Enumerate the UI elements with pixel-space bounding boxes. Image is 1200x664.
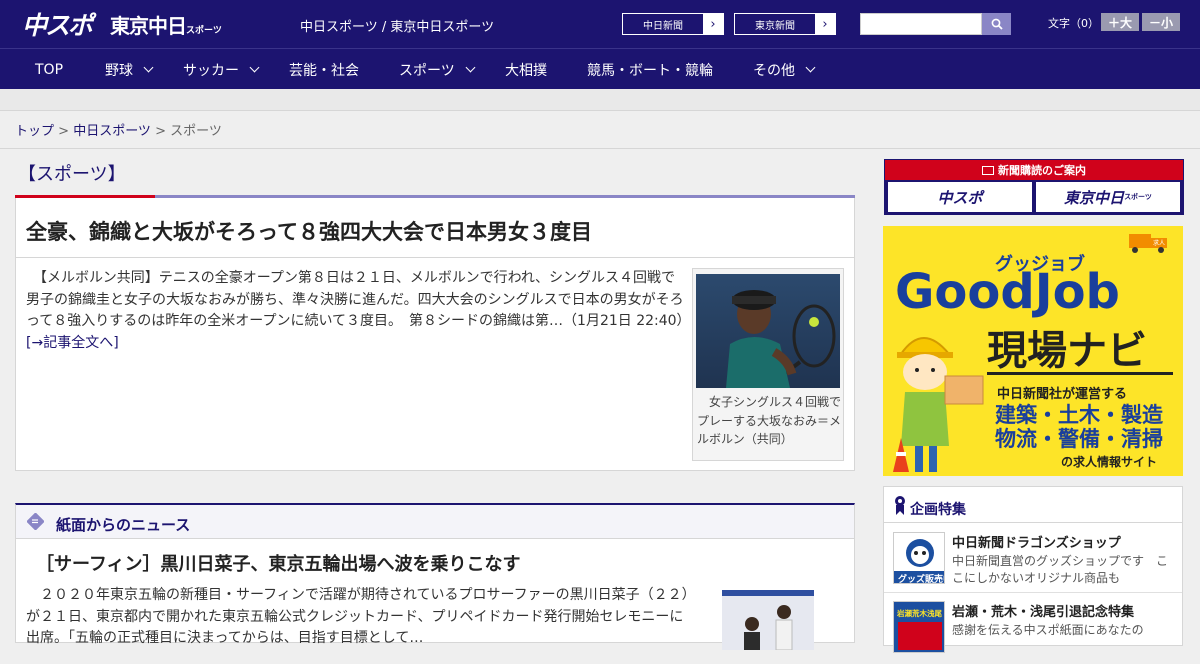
subscribe-tokyo-small: スポーツ	[1124, 193, 1152, 201]
special-item-title: 岩瀬・荒木・浅尾引退記念特集	[952, 605, 1135, 620]
surfer-photo	[722, 590, 814, 650]
nav-soccer[interactable]: サッカー	[183, 49, 260, 90]
print-news-box: 紙面からのニュース ［サーフィン］黒川日菜子、東京五輪出場へ波を乗りこなす ２０…	[15, 503, 855, 650]
special-item-retirement[interactable]: 岩瀬荒木浅尾 岩瀬・荒木・浅尾引退記念特集 感謝を伝える中スポ紙面にあなたの	[884, 592, 1182, 664]
news-body: ２０２０年東京五輪の新種目・サーフィンで活躍が期待されているプロサーファーの黒川…	[26, 587, 689, 647]
tokyo-shimbun-link[interactable]: 東京新聞 ›	[734, 13, 836, 35]
search-button[interactable]	[982, 13, 1011, 35]
ad-line2: 建築・土木・製造	[995, 403, 1164, 427]
subscription-title: 新聞購読のご案内	[885, 160, 1183, 180]
lead-body: 【メルボルン共同】テニスの全豪オープン第８日は２１日、メルボルンで行われ、シング…	[26, 268, 686, 355]
nav-label: サッカー	[183, 62, 239, 79]
newspaper-icon	[982, 165, 994, 175]
breadcrumb-sep: >	[150, 124, 171, 139]
lead-header: 全豪、錦織と大坂がそろって８強四大大会で日本男女３度目	[16, 198, 854, 258]
ribbon-icon	[895, 496, 905, 515]
breadcrumb-sep: >	[54, 124, 74, 139]
nav-racing[interactable]: 競馬・ボート・競輪	[587, 49, 713, 90]
special-item-title: 中日新聞ドラゴンズショップ	[952, 536, 1121, 551]
news-headline[interactable]: ［サーフィン］黒川日菜子、東京五輪出場へ波を乗りこなす	[36, 550, 521, 576]
goodjob-ad-banner[interactable]: 求人 グッジョブ GoodJob 現場ナビ 中日新聞社が運営する 建築・土木・製…	[883, 226, 1183, 476]
subscription-title-text: 新聞購読のご案内	[998, 164, 1086, 177]
site-header: 中スポ 東京中日スポーツ 中日スポーツ / 東京中日スポーツ 中日新聞 › 東京…	[0, 0, 1200, 48]
breadcrumb-current: スポーツ	[170, 124, 222, 139]
special-header: 企画特集	[884, 487, 1182, 523]
nav-sumo[interactable]: 大相撲	[505, 49, 547, 90]
nav-label: TOP	[35, 61, 64, 78]
chunichi-shimbun-link[interactable]: 中日新聞 ›	[622, 13, 724, 35]
chevron-right-icon: ›	[703, 14, 723, 34]
tokyo-shimbun-label: 東京新聞	[755, 20, 795, 32]
font-size-label: 文字（0）	[1048, 17, 1099, 30]
special-item-desc: 感謝を伝える中スポ紙面にあなたの	[952, 623, 1144, 637]
nav-label: その他	[753, 62, 795, 79]
nav-entertainment[interactable]: 芸能・社会	[289, 49, 359, 90]
lead-photo[interactable]	[696, 274, 840, 388]
breadcrumb-top[interactable]: トップ	[15, 124, 54, 139]
lead-article: 全豪、錦織と大坂がそろって８強四大大会で日本男女３度目 【メルボルン共同】テニス…	[15, 198, 855, 471]
thumb-text: グッズ販売中	[898, 573, 945, 584]
dragons-mascot-image: グッズ販売中	[894, 533, 945, 584]
retirement-thumb: 岩瀬荒木浅尾	[893, 601, 945, 653]
chevron-right-icon: ›	[815, 14, 835, 34]
tennis-player-photo	[696, 274, 840, 388]
retirement-feature-image: 岩瀬荒木浅尾	[894, 602, 944, 652]
news-photo[interactable]	[722, 590, 814, 650]
lead-text: 【メルボルン共同】テニスの全豪オープン第８日は２１日、メルボルンで行われ、シング…	[26, 270, 698, 330]
special-item-desc: 中日新聞直営のグッズショップです ここにしかないオリジナル商品も	[952, 554, 1169, 586]
ad-line1: 中日新聞社が運営する	[997, 386, 1127, 402]
search-input[interactable]	[860, 13, 982, 35]
chuspo-logo[interactable]: 中スポ	[22, 6, 93, 42]
photo-caption: 女子シングルス４回戦でプレーする大坂なおみ＝メルボルン（共同）	[697, 395, 842, 447]
subscribe-tokyo-logo: 東京中日 スポーツ	[1036, 182, 1180, 212]
ad-product: 現場ナビ	[987, 328, 1147, 374]
tokyo-logo-text: 東京中日	[110, 14, 187, 38]
nav-label: 芸能・社会	[289, 62, 359, 79]
dragons-shop-thumb: グッズ販売中	[893, 532, 945, 584]
nav-label: 野球	[105, 62, 133, 79]
nav-baseball[interactable]: 野球	[105, 49, 154, 90]
special-item-dragons-shop[interactable]: グッズ販売中 中日新聞ドラゴンズショップ 中日新聞直営のグッズショップです ここ…	[884, 524, 1182, 596]
chevron-down-icon	[465, 62, 476, 73]
breadcrumb: トップ > 中日スポーツ > スポーツ	[15, 120, 222, 139]
divider	[0, 148, 1200, 149]
nav-label: 競馬・ボート・競輪	[587, 62, 713, 79]
nav-sports[interactable]: スポーツ	[399, 49, 476, 90]
nav-top[interactable]: TOP	[35, 49, 63, 90]
chevron-down-icon	[249, 62, 260, 73]
chevron-down-icon	[143, 62, 154, 73]
news-section-title: 紙面からのニュース	[56, 516, 191, 534]
breadcrumb-chunichi-sports[interactable]: 中日スポーツ	[73, 124, 151, 139]
ad-line3: 物流・警備・清掃	[995, 427, 1163, 451]
chevron-down-icon	[805, 62, 816, 73]
ad-brand: GoodJob	[895, 264, 1120, 320]
subscribe-tokyo-text: 東京中日	[1064, 188, 1125, 207]
ad-badge: 求人	[1153, 239, 1165, 247]
news-header: 紙面からのニュース	[16, 505, 854, 539]
newspaper-icon	[27, 513, 44, 530]
subscribe-chuspo-logo: 中スポ	[888, 182, 1032, 212]
lead-headline[interactable]: 全豪、錦織と大坂がそろって８強四大大会で日本男女３度目	[26, 216, 592, 246]
tokyo-chunichi-logo[interactable]: 東京中日スポーツ	[110, 10, 222, 39]
font-smaller-button[interactable]: －小	[1142, 13, 1180, 31]
special-title: 企画特集	[910, 502, 966, 518]
chunichi-shimbun-label: 中日新聞	[643, 20, 683, 32]
main-nav: TOP 野球 サッカー 芸能・社会 スポーツ 大相撲 競馬・ボート・競輪 その他	[0, 48, 1200, 89]
ad-line4: の求人情報サイト	[1061, 454, 1157, 469]
font-larger-button[interactable]: ＋大	[1101, 13, 1139, 31]
subscription-banner[interactable]: 新聞購読のご案内 中スポ 東京中日 スポーツ	[884, 159, 1184, 215]
tokyo-logo-small: スポーツ	[186, 26, 222, 36]
lead-figure: 女子シングルス４回戦でプレーする大坂なおみ＝メルボルン（共同）	[692, 268, 844, 461]
thumb-text: 岩瀬荒木浅尾	[896, 608, 942, 618]
site-title: 中日スポーツ / 東京中日スポーツ	[300, 20, 495, 35]
nav-label: スポーツ	[399, 62, 455, 79]
section-title: 【スポーツ】	[18, 164, 126, 185]
read-more-link[interactable]: [→記事全文へ]	[26, 335, 119, 351]
nav-other[interactable]: その他	[753, 49, 816, 90]
search-icon	[991, 18, 1003, 30]
nav-label: 大相撲	[505, 62, 547, 79]
special-features: 企画特集 グッズ販売中 中日新聞ドラゴンズショップ 中日新聞直営のグッズショップ…	[883, 486, 1183, 653]
goodjob-ad-art: 求人 グッジョブ GoodJob 現場ナビ 中日新聞社が運営する 建築・土木・製…	[883, 226, 1183, 476]
sub-band	[0, 89, 1200, 111]
